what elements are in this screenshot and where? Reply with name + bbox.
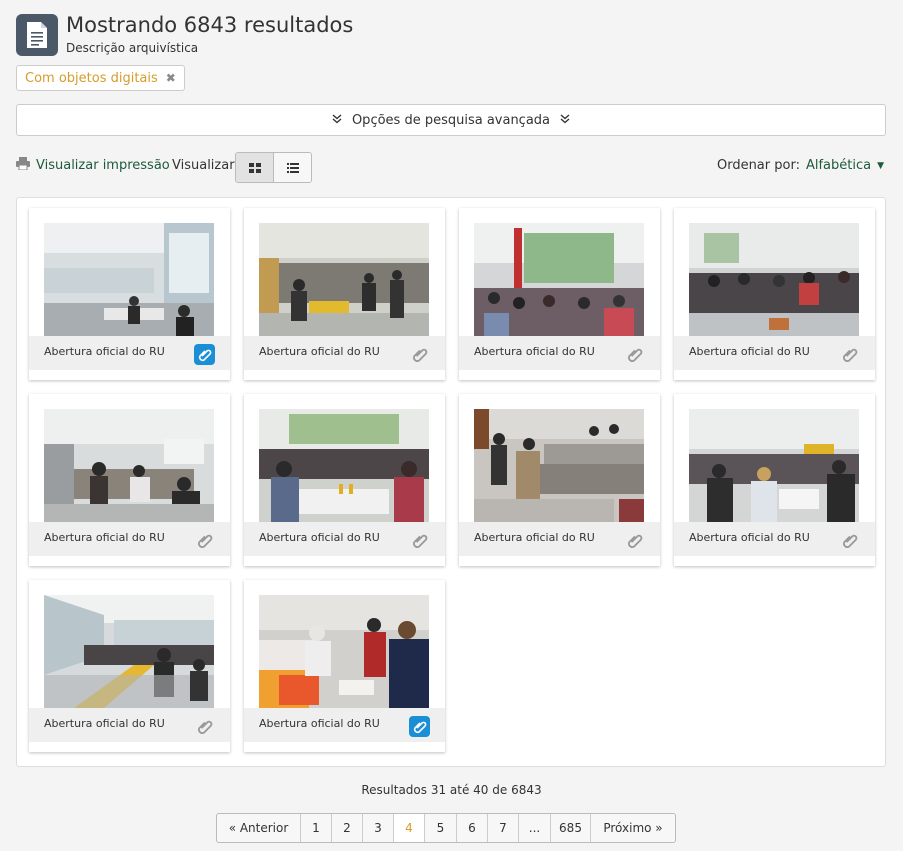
- thumbnail-image[interactable]: [44, 223, 214, 336]
- result-title[interactable]: Abertura oficial do RU: [44, 717, 165, 730]
- page-ellipsis: ...: [519, 814, 551, 842]
- page-link[interactable]: 3: [363, 814, 394, 842]
- thumbnail-image[interactable]: [474, 409, 644, 522]
- paperclip-icon[interactable]: [839, 530, 860, 551]
- page-subtitle: Descrição arquivística: [66, 41, 199, 55]
- sort-control: Ordenar por: Alfabética ▼: [717, 158, 884, 173]
- paperclip-icon[interactable]: [624, 530, 645, 551]
- result-card[interactable]: Abertura oficial do RU: [674, 394, 875, 566]
- result-card[interactable]: Abertura oficial do RU: [244, 208, 445, 380]
- paperclip-icon[interactable]: [194, 530, 215, 551]
- page-link[interactable]: 7: [488, 814, 519, 842]
- results-count: Resultados 31 até 40 de 6843: [361, 783, 542, 797]
- advanced-search-toggle[interactable]: Opções de pesquisa avançada: [16, 104, 886, 136]
- caret-down-icon[interactable]: ▼: [877, 161, 884, 171]
- result-title[interactable]: Abertura oficial do RU: [689, 345, 810, 358]
- document-icon: [16, 14, 58, 56]
- result-title[interactable]: Abertura oficial do RU: [259, 345, 380, 358]
- page-title: Mostrando 6843 resultados: [66, 13, 354, 37]
- result-card[interactable]: Abertura oficial do RU: [29, 580, 230, 752]
- thumbnail-image[interactable]: [44, 595, 214, 708]
- result-card[interactable]: Abertura oficial do RU: [29, 394, 230, 566]
- result-title[interactable]: Abertura oficial do RU: [44, 345, 165, 358]
- sort-label: Ordenar por:: [716, 158, 800, 173]
- printer-icon: [16, 157, 30, 174]
- result-card[interactable]: Abertura oficial do RU: [29, 208, 230, 380]
- thumbnail-image[interactable]: [474, 223, 644, 336]
- filter-tag-digital-objects[interactable]: Com objetos digitais ✖: [16, 65, 185, 91]
- thumbnail-image[interactable]: [689, 409, 859, 522]
- thumbnail-image[interactable]: [259, 595, 429, 708]
- card-view-button[interactable]: [236, 153, 274, 182]
- result-card[interactable]: Abertura oficial do RU: [459, 208, 660, 380]
- print-preview-label: Visualizar impressão: [36, 158, 170, 173]
- result-card[interactable]: Abertura oficial do RU: [244, 580, 445, 752]
- result-title[interactable]: Abertura oficial do RU: [259, 717, 380, 730]
- list-icon: [286, 158, 299, 177]
- paperclip-icon[interactable]: [409, 716, 430, 737]
- page-link[interactable]: 2: [332, 814, 363, 842]
- page-link[interactable]: 1: [301, 814, 332, 842]
- page-link[interactable]: 6: [457, 814, 488, 842]
- pagination: « Anterior 1 2 3 4 5 6 7 ... 685 Próximo…: [216, 813, 676, 843]
- close-icon[interactable]: ✖: [166, 71, 176, 85]
- paperclip-icon[interactable]: [839, 344, 860, 365]
- paperclip-icon[interactable]: [194, 716, 215, 737]
- thumbnail-image[interactable]: [44, 409, 214, 522]
- next-page-button[interactable]: Próximo »: [591, 814, 675, 842]
- paperclip-icon[interactable]: [194, 344, 215, 365]
- result-title[interactable]: Abertura oficial do RU: [474, 345, 595, 358]
- paperclip-icon[interactable]: [409, 530, 430, 551]
- view-label: Visualizar:: [172, 158, 239, 173]
- sort-dropdown[interactable]: Alfabética: [806, 158, 871, 173]
- double-chevron-down-icon: [332, 113, 342, 127]
- result-title[interactable]: Abertura oficial do RU: [44, 531, 165, 544]
- grid-icon: [248, 158, 261, 177]
- print-preview-link[interactable]: Visualizar impressão: [16, 157, 170, 174]
- thumbnail-image[interactable]: [689, 223, 859, 336]
- previous-page-button[interactable]: « Anterior: [217, 814, 301, 842]
- result-card[interactable]: Abertura oficial do RU: [674, 208, 875, 380]
- thumbnail-image[interactable]: [259, 409, 429, 522]
- thumbnail-image[interactable]: [259, 223, 429, 336]
- current-page[interactable]: 4: [394, 814, 425, 842]
- result-title[interactable]: Abertura oficial do RU: [689, 531, 810, 544]
- results-panel: Abertura oficial do RU Abertura oficial …: [16, 197, 886, 767]
- paperclip-icon[interactable]: [409, 344, 430, 365]
- filter-tag-label: Com objetos digitais: [25, 70, 158, 86]
- page-link[interactable]: 685: [551, 814, 591, 842]
- result-card[interactable]: Abertura oficial do RU: [244, 394, 445, 566]
- paperclip-icon[interactable]: [624, 344, 645, 365]
- table-view-button[interactable]: [274, 153, 311, 182]
- view-toggle: [235, 152, 312, 183]
- advanced-search-label: Opções de pesquisa avançada: [351, 112, 551, 128]
- double-chevron-down-icon: [560, 113, 570, 127]
- result-title[interactable]: Abertura oficial do RU: [259, 531, 380, 544]
- page-link[interactable]: 5: [425, 814, 457, 842]
- result-title[interactable]: Abertura oficial do RU: [474, 531, 595, 544]
- result-card[interactable]: Abertura oficial do RU: [459, 394, 660, 566]
